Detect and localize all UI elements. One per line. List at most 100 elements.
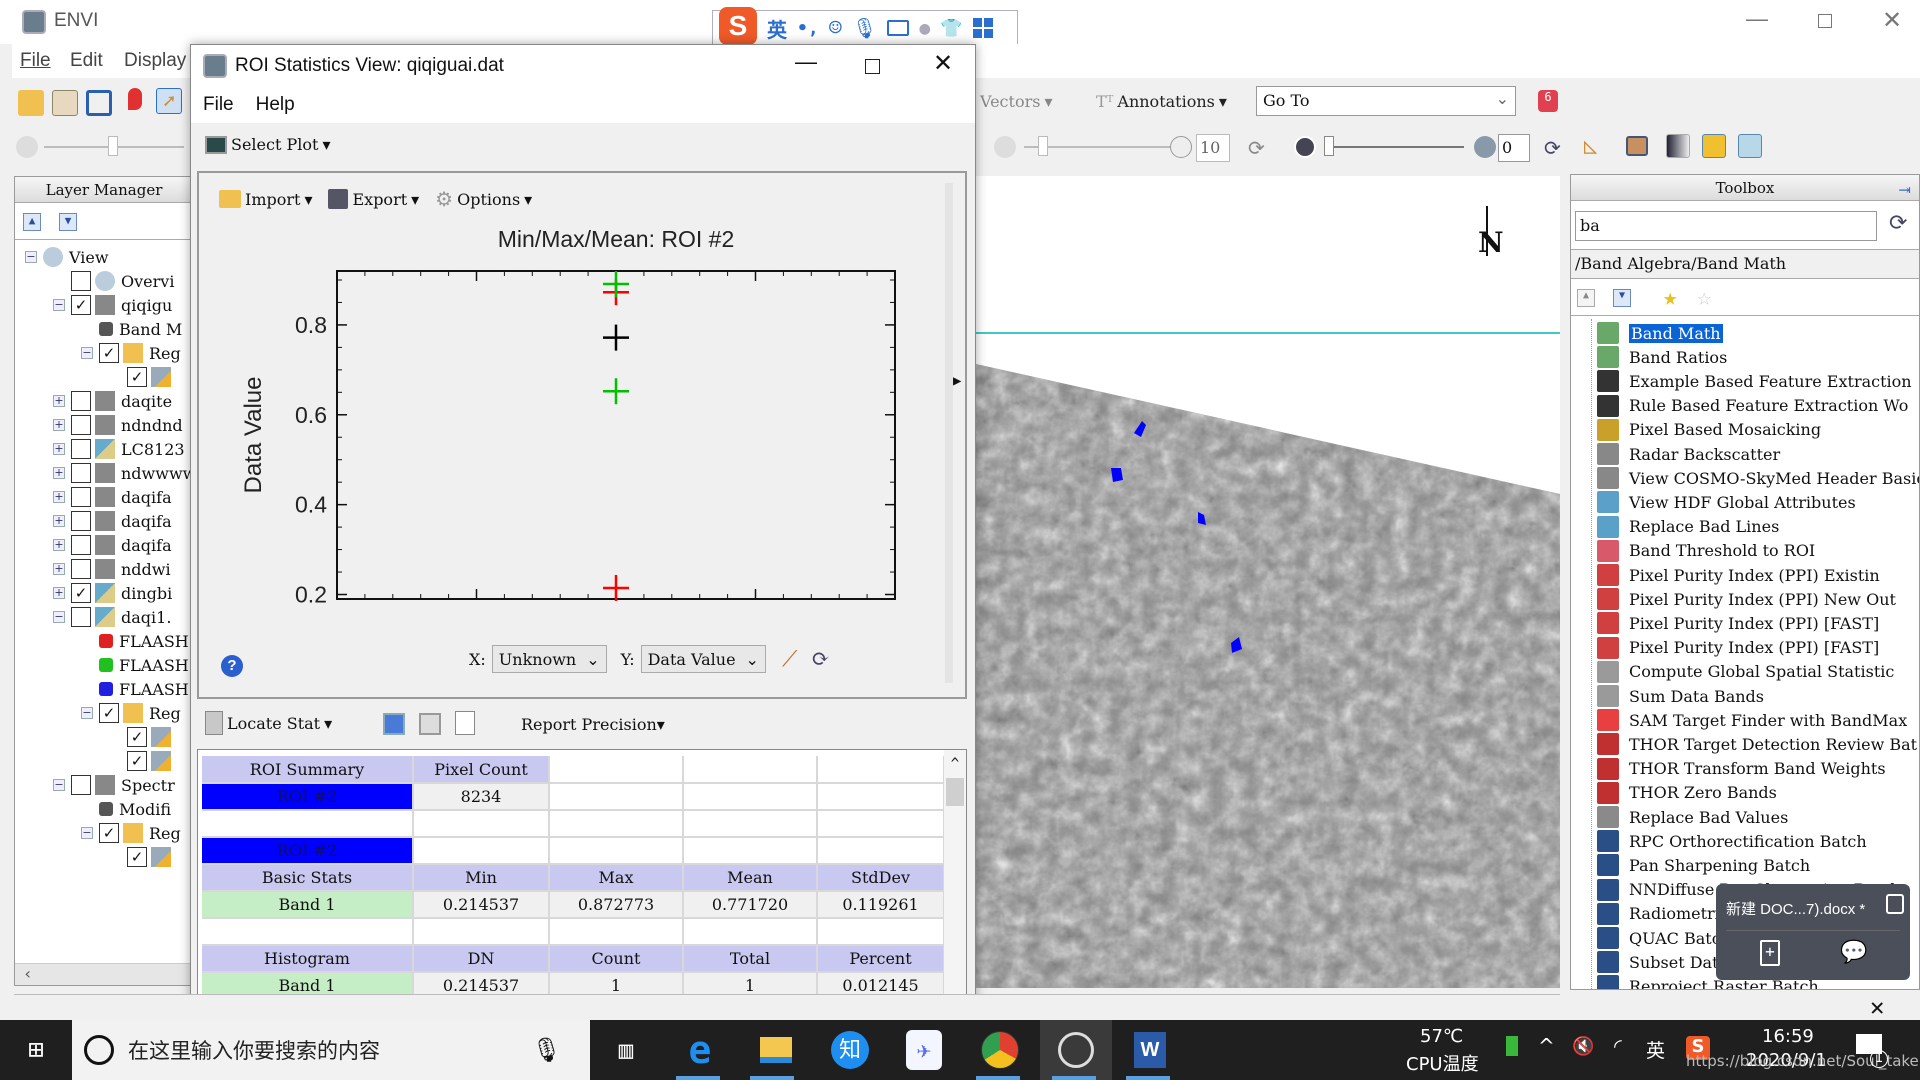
collapse-icon[interactable]: −: [25, 251, 37, 263]
toolbox-item[interactable]: Pixel Purity Index (PPI) Existin: [1597, 563, 1880, 587]
layer-checkbox[interactable]: [71, 607, 91, 627]
dock-icon[interactable]: ⇥: [1898, 177, 1911, 203]
close-document-icon[interactable]: [1886, 894, 1904, 914]
collapse-icon[interactable]: −: [53, 611, 65, 623]
layer-item[interactable]: − View: [25, 245, 109, 269]
layer-checkbox[interactable]: [71, 463, 91, 483]
toolbox-item[interactable]: Band Threshold to ROI: [1597, 539, 1815, 563]
ime-mode[interactable]: 英: [767, 14, 787, 43]
layer-item[interactable]: FLAASH: [81, 653, 189, 677]
expand-icon[interactable]: +: [53, 467, 65, 479]
layer-item[interactable]: ✓: [109, 365, 177, 389]
emoji-icon[interactable]: ☺: [829, 16, 842, 41]
collapse-up-icon[interactable]: ▲: [1577, 289, 1595, 307]
toolbox-item[interactable]: Replace Bad Lines: [1597, 515, 1779, 539]
table-cell[interactable]: [549, 783, 684, 811]
microphone-icon[interactable]: 🎙: [532, 1036, 562, 1064]
table-cell[interactable]: 8234: [413, 783, 550, 811]
table-cell[interactable]: [683, 810, 818, 838]
layer-item[interactable]: ✓: [109, 845, 177, 869]
toolbox-item[interactable]: Pixel Purity Index (PPI) [FAST]: [1597, 611, 1879, 635]
table-view-icon[interactable]: [383, 713, 405, 735]
layer-checkbox[interactable]: ✓: [71, 583, 91, 603]
layer-checkbox[interactable]: ✓: [71, 295, 91, 315]
toolbox-item[interactable]: Pan Sharpening Batch: [1597, 853, 1810, 877]
transparency-input[interactable]: 0: [1498, 134, 1530, 162]
file-explorer-icon[interactable]: [740, 1020, 812, 1080]
table-cell[interactable]: 0.771720: [683, 891, 818, 919]
wechat-share-icon[interactable]: 💬: [1840, 940, 1867, 965]
table-cell[interactable]: Band 1: [202, 891, 414, 919]
table-cell[interactable]: StdDev: [817, 864, 945, 892]
edge-browser-icon[interactable]: e: [664, 1020, 736, 1080]
minimize-button[interactable]: —: [795, 49, 817, 75]
toolbox-item[interactable]: Example Based Feature Extraction: [1597, 369, 1912, 393]
table-cell[interactable]: ROI Summary: [202, 756, 414, 784]
toolbox-item[interactable]: SAM Target Finder with BandMax: [1597, 708, 1907, 732]
gradient-icon[interactable]: [1666, 134, 1690, 158]
layer-item[interactable]: ✓: [109, 749, 177, 773]
volume-muted-icon[interactable]: 🔇: [1572, 1036, 1594, 1057]
stairs-icon[interactable]: ⟋: [782, 647, 797, 672]
add-favorite-icon[interactable]: ★: [1663, 283, 1677, 311]
toolbox-item[interactable]: Band Ratios: [1597, 345, 1727, 369]
table-cell[interactable]: Count: [549, 945, 684, 973]
collapse-icon[interactable]: −: [81, 707, 93, 719]
toolbox-item[interactable]: Sum Data Bands: [1597, 684, 1764, 708]
expand-icon[interactable]: +: [53, 563, 65, 575]
table-cell[interactable]: [413, 810, 550, 838]
layer-checkbox[interactable]: ✓: [99, 823, 119, 843]
layer-item[interactable]: + LC8123: [53, 437, 185, 461]
microphone-icon[interactable]: 🎙: [852, 16, 877, 40]
table-cell[interactable]: Basic Stats: [202, 864, 414, 892]
image-chip-icon[interactable]: [1626, 136, 1648, 156]
layer-item[interactable]: FLAASH: [81, 677, 189, 701]
toolbox-item[interactable]: Compute Global Spatial Statistic: [1597, 660, 1894, 684]
open-file-icon[interactable]: [18, 90, 44, 116]
layer-item[interactable]: Overvi: [53, 269, 174, 293]
punctuation-icon[interactable]: •,: [797, 18, 819, 39]
menu-file[interactable]: File: [20, 50, 51, 72]
table-cell[interactable]: 0.214537: [413, 891, 550, 919]
table-cell[interactable]: Total: [683, 945, 818, 973]
menu-edit[interactable]: Edit: [70, 50, 103, 72]
table-cell[interactable]: 0.872773: [549, 891, 684, 919]
expand-icon[interactable]: +: [53, 395, 65, 407]
close-button[interactable]: ✕: [933, 49, 953, 78]
table-cell[interactable]: Max: [549, 864, 684, 892]
notification-badge-icon[interactable]: 6: [1538, 90, 1558, 112]
refresh-icon[interactable]: ⟳: [1248, 136, 1265, 160]
toolbox-item[interactable]: RPC Orthorectification Batch: [1597, 829, 1867, 853]
table-cell[interactable]: [683, 756, 818, 784]
remove-favorite-icon[interactable]: ☆: [1697, 283, 1711, 311]
annotations-menu[interactable]: Tᵀ Annotations ▾: [1096, 92, 1227, 111]
input-language[interactable]: 英: [1646, 1036, 1665, 1063]
transparency-slider[interactable]: [1324, 146, 1464, 148]
table-cell[interactable]: Histogram: [202, 945, 414, 973]
feishu-icon[interactable]: ✈: [888, 1020, 960, 1080]
scroll-left-icon[interactable]: ‹: [23, 964, 33, 983]
layer-item[interactable]: + ✓ dingbi: [53, 581, 172, 605]
expand-down-icon[interactable]: ▼: [1613, 289, 1631, 307]
clipboard-icon[interactable]: [52, 90, 78, 116]
layer-checkbox[interactable]: [71, 391, 91, 411]
menu-help[interactable]: Help: [256, 94, 295, 116]
scroll-up-icon[interactable]: ^: [944, 756, 966, 772]
expand-icon[interactable]: +: [53, 443, 65, 455]
table-cell[interactable]: [817, 756, 945, 784]
horizontal-scrollbar[interactable]: ‹: [15, 963, 193, 985]
usb-icon[interactable]: [1506, 1036, 1518, 1056]
grid-view-icon[interactable]: [419, 713, 441, 735]
swipe-icon[interactable]: [1738, 134, 1762, 158]
expand-icon[interactable]: +: [53, 491, 65, 503]
help-icon[interactable]: ?: [221, 655, 243, 677]
toolbox-item[interactable]: Radar Backscatter: [1597, 442, 1780, 466]
y-axis-select[interactable]: Data Value ⌄: [640, 645, 766, 673]
layer-checkbox[interactable]: [71, 535, 91, 555]
locate-stat-button[interactable]: Locate Stat ▾: [205, 711, 332, 735]
close-button[interactable]: ✕: [1882, 6, 1902, 35]
pointer-tool-icon[interactable]: ➚: [156, 88, 182, 114]
table-cell[interactable]: DN: [413, 945, 550, 973]
minimize-button[interactable]: —: [1746, 6, 1768, 32]
toolbox-item[interactable]: QUAC Batch: [1597, 926, 1731, 950]
